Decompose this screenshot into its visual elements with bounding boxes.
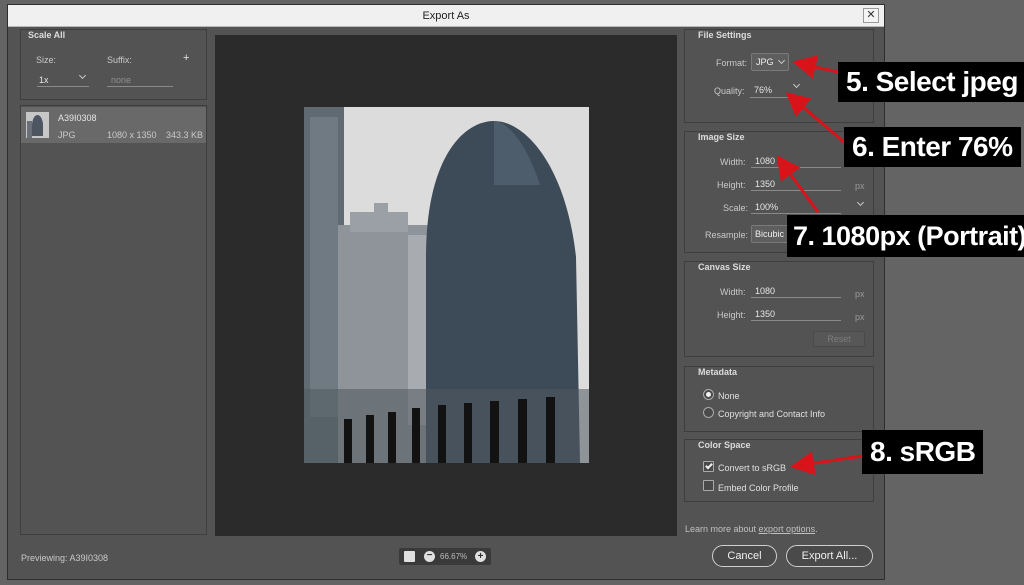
arrow-step5 bbox=[792, 55, 839, 79]
callout-step8: 8. sRGB bbox=[862, 430, 984, 474]
callout-step5: 5. Select jpeg bbox=[838, 62, 1024, 102]
callout-step6: 6. Enter 76% bbox=[844, 127, 1021, 167]
arrow-step7 bbox=[776, 155, 820, 213]
callout-step7: 7. 1080px (Portrait) bbox=[787, 215, 1024, 257]
arrow-step6 bbox=[785, 92, 845, 144]
arrow-step8 bbox=[790, 451, 863, 476]
